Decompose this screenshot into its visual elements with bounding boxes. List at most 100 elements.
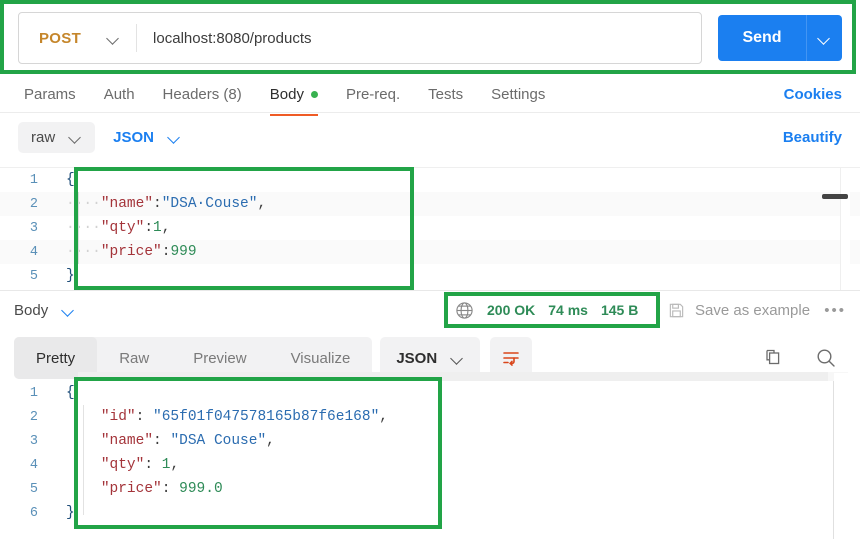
- tab-label: Preview: [193, 350, 246, 367]
- code-line: 6}: [0, 501, 860, 525]
- code-token: }: [66, 268, 75, 284]
- request-body-editor[interactable]: 1{2····"name":"DSA·Couse",3····"qty":1,4…: [0, 167, 860, 291]
- tab-prerequest[interactable]: Pre-req.: [332, 78, 414, 110]
- tab-body[interactable]: Body: [256, 78, 332, 110]
- response-time: 74 ms: [548, 302, 588, 318]
- code-line-content[interactable]: }: [52, 505, 860, 521]
- code-line-content[interactable]: "price": 999.0: [52, 481, 860, 497]
- copy-icon[interactable]: [762, 347, 784, 369]
- body-language-selector[interactable]: JSON: [101, 122, 193, 153]
- body-mode-selector[interactable]: raw: [18, 122, 95, 153]
- response-body-label: Body: [14, 302, 48, 319]
- code-token: :: [144, 457, 161, 473]
- active-tab-underline: [270, 114, 318, 116]
- code-line: 5}: [0, 264, 860, 288]
- code-token: "price": [101, 244, 162, 260]
- beautify-button[interactable]: Beautify: [783, 118, 842, 156]
- code-token: ,: [266, 433, 275, 449]
- code-token: :: [153, 196, 162, 212]
- tab-auth[interactable]: Auth: [90, 78, 149, 110]
- postman-window: POST localhost:8080/products Send Params…: [0, 0, 860, 547]
- request-editor-scrollbar[interactable]: [840, 168, 850, 290]
- code-line: 3 "name": "DSA Couse",: [0, 429, 860, 453]
- code-line: 3····"qty":1,: [0, 216, 860, 240]
- cookies-link[interactable]: Cookies: [784, 78, 842, 110]
- request-editor-scrollbar-thumb[interactable]: [822, 194, 848, 199]
- http-method-label: POST: [39, 30, 81, 47]
- code-token: "price": [101, 481, 162, 497]
- code-line-content[interactable]: {: [52, 172, 860, 188]
- response-more-options-button[interactable]: •••: [824, 292, 846, 328]
- response-language-label: JSON: [396, 350, 437, 367]
- send-options-button[interactable]: [806, 15, 842, 61]
- code-line-content[interactable]: ····"qty":1,: [52, 220, 860, 236]
- request-tabs: Params Auth Headers (8) Body Pre-req. Te…: [18, 78, 842, 110]
- code-line-content[interactable]: "id": "65f01f047578165b87f6e168",: [52, 409, 860, 425]
- code-token: "name": [101, 433, 153, 449]
- tab-label: Pre-req.: [346, 86, 400, 103]
- code-token: ,: [162, 220, 171, 236]
- code-line-content[interactable]: {: [52, 385, 860, 401]
- code-line: 4····"price":999: [0, 240, 860, 264]
- wrap-lines-icon: [501, 349, 521, 367]
- code-token: :: [162, 481, 179, 497]
- code-token: {: [66, 385, 75, 401]
- code-token: 999: [170, 244, 196, 260]
- save-as-example-label: Save as example: [695, 302, 810, 319]
- body-toolbar: raw JSON: [18, 118, 193, 156]
- url-input-wrap: POST localhost:8080/products: [18, 12, 702, 64]
- tab-headers[interactable]: Headers (8): [149, 78, 256, 110]
- code-line-content[interactable]: ····"name":"DSA·Couse",: [52, 196, 860, 212]
- line-number: 5: [0, 482, 52, 497]
- tab-label: Raw: [119, 350, 149, 367]
- response-body-editor[interactable]: 1{2 "id": "65f01f047578165b87f6e168",3 "…: [0, 381, 860, 541]
- tab-label: Body: [270, 86, 304, 103]
- code-token: ,: [257, 196, 266, 212]
- code-token: ,: [170, 457, 179, 473]
- globe-icon: [455, 301, 474, 320]
- code-token: :: [153, 433, 170, 449]
- send-button[interactable]: Send: [718, 15, 806, 61]
- line-number: 2: [0, 410, 52, 425]
- code-token: :: [144, 220, 153, 236]
- code-line-content[interactable]: "name": "DSA Couse",: [52, 433, 860, 449]
- code-token: :: [136, 409, 153, 425]
- chevron-down-icon: [62, 306, 75, 314]
- code-token: 1: [153, 220, 162, 236]
- http-method-selector[interactable]: POST: [19, 13, 136, 63]
- save-as-example-button[interactable]: Save as example: [668, 292, 810, 328]
- tab-label: Auth: [104, 86, 135, 103]
- tab-label: Params: [24, 86, 76, 103]
- code-token: "DSA·Couse": [162, 196, 258, 212]
- response-size: 145 B: [601, 302, 638, 318]
- body-modified-dot-icon: [311, 91, 318, 98]
- line-number: 1: [0, 386, 52, 401]
- response-indent-guide: [83, 405, 84, 515]
- response-editor-top-shade: [78, 372, 828, 381]
- line-number: 3: [0, 221, 52, 236]
- code-line: 2 "id": "65f01f047578165b87f6e168",: [0, 405, 860, 429]
- code-token: 999.0: [179, 481, 223, 497]
- search-icon[interactable]: [814, 346, 838, 370]
- code-line-content[interactable]: "qty": 1,: [52, 457, 860, 473]
- code-token: }: [66, 505, 75, 521]
- code-line: 4 "qty": 1,: [0, 453, 860, 477]
- tab-label: Pretty: [36, 350, 75, 367]
- code-line-content[interactable]: ····"price":999: [52, 244, 860, 260]
- code-token: ,: [379, 409, 388, 425]
- code-token: "qty": [101, 457, 145, 473]
- code-line-content[interactable]: }: [52, 268, 860, 284]
- url-input[interactable]: localhost:8080/products: [137, 30, 701, 47]
- chevron-down-icon: [107, 34, 120, 42]
- response-editor-scrollbar[interactable]: [833, 381, 834, 539]
- code-token: ····: [66, 220, 101, 236]
- response-body-selector[interactable]: Body: [14, 302, 75, 319]
- tab-tests[interactable]: Tests: [414, 78, 477, 110]
- tab-label: Headers (8): [163, 86, 242, 103]
- tab-params[interactable]: Params: [18, 78, 90, 110]
- response-header-bar: Body 200 OK 74 ms 145 B: [0, 292, 860, 328]
- code-token: ····: [66, 196, 101, 212]
- response-status-group: 200 OK 74 ms 145 B: [455, 292, 638, 328]
- code-token: "DSA Couse": [170, 433, 266, 449]
- tab-settings[interactable]: Settings: [477, 78, 559, 110]
